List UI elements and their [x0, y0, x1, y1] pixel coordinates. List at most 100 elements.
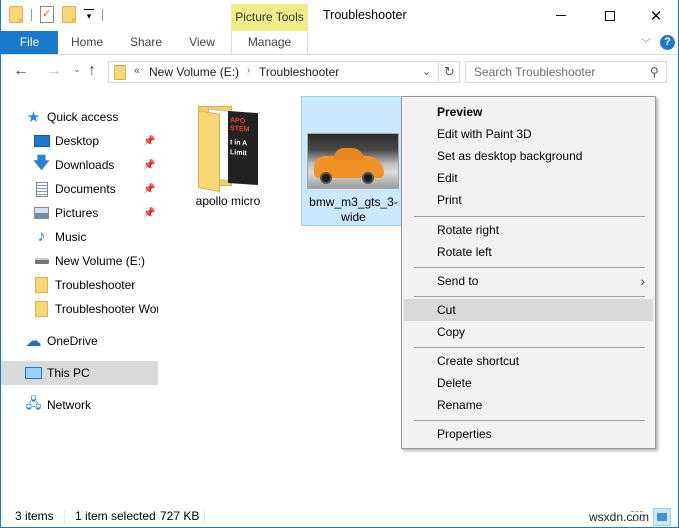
download-icon: 🡇	[33, 154, 50, 172]
toolbar-divider	[31, 8, 32, 21]
tab-file[interactable]: File	[1, 31, 58, 54]
tab-view[interactable]: View	[181, 31, 223, 54]
menu-item-create-shortcut[interactable]: Create shortcut	[404, 350, 653, 372]
expand-ribbon-chevron-icon[interactable]: ﹀	[641, 35, 651, 50]
folder-icon	[114, 65, 126, 80]
menu-item-edit-with-paint-3d[interactable]: Edit with Paint 3D	[404, 123, 653, 145]
sidebar-item-desktop[interactable]: Desktop 📌	[1, 129, 158, 153]
menu-item-copy[interactable]: Copy	[404, 321, 653, 343]
folder-thumbnail-icon: APO STEM t in A Limit	[198, 106, 260, 192]
search-icon[interactable]: ⚲	[650, 65, 659, 79]
new-folder-button[interactable]	[62, 6, 76, 23]
context-menu: Preview Edit with Paint 3D Set as deskto…	[401, 96, 656, 449]
pin-icon[interactable]: 📌	[143, 208, 155, 219]
music-icon: ♪	[37, 228, 46, 245]
navigation-bar: ← → ⌄ ↑ « New Volume (E:) › Troubleshoot…	[1, 56, 678, 88]
minimize-button[interactable]	[538, 0, 584, 31]
menu-item-preview[interactable]: Preview	[404, 101, 653, 123]
thumbnail-text: STEM	[230, 125, 250, 134]
breadcrumb-new-volume[interactable]: New Volume (E:)	[149, 65, 239, 79]
sidebar-item-label: Documents	[55, 182, 116, 196]
sidebar-item-pictures[interactable]: Pictures 📌	[1, 201, 158, 225]
status-bar: 3 items 1 item selected 727 KB wsxdn.com	[1, 506, 678, 528]
ribbon-tabs: File Home Share View Manage ﹀ ?	[1, 31, 678, 55]
close-button[interactable]: ✕	[633, 0, 679, 31]
thumbnail-text: Limit	[230, 149, 247, 158]
tab-share[interactable]: Share	[125, 31, 167, 54]
menu-item-properties[interactable]: Properties	[404, 423, 653, 445]
tab-home[interactable]: Home	[65, 31, 109, 54]
details-view-icon[interactable]	[631, 511, 643, 521]
thumbnail-text: t in A	[230, 139, 248, 148]
status-divider	[64, 510, 65, 524]
file-explorer-window: ▾ Picture Tools Troubleshooter ✕ File Ho…	[0, 0, 679, 528]
refresh-icon[interactable]: ↻	[438, 62, 460, 82]
sidebar-item-label: Troubleshooter Wor	[55, 302, 158, 316]
menu-separator	[414, 296, 645, 297]
file-item-bmw-image[interactable]: bmw_m3_gts_3- wide	[301, 96, 406, 226]
sidebar-item-label: OneDrive	[47, 334, 98, 348]
sidebar-item-network[interactable]: 🖧 Network	[1, 393, 158, 417]
breadcrumb-separator-icon[interactable]: ›	[247, 65, 250, 76]
title-bar: ▾ Picture Tools Troubleshooter ✕	[1, 0, 678, 31]
sidebar-item-music[interactable]: ♪ Music	[1, 225, 158, 249]
sidebar-item-new-volume[interactable]: New Volume (E:)	[1, 249, 158, 273]
menu-item-rotate-left[interactable]: Rotate left	[404, 241, 653, 263]
sidebar-item-onedrive[interactable]: ☁ OneDrive	[1, 329, 158, 353]
sidebar-item-label: Desktop	[55, 134, 100, 148]
close-icon: ✕	[649, 7, 663, 25]
pin-icon[interactable]: 📌	[143, 184, 155, 195]
sidebar-item-documents[interactable]: Documents 📌	[1, 177, 158, 201]
window-title: Troubleshooter	[323, 8, 407, 22]
overflow-chevron-icon[interactable]: «	[134, 65, 140, 77]
maximize-icon	[605, 10, 615, 21]
address-bar[interactable]: « New Volume (E:) › Troubleshooter ⌄ ↻	[108, 61, 460, 83]
drive-icon	[33, 253, 50, 270]
large-icons-view-icon[interactable]	[653, 508, 671, 526]
sidebar-item-label: Pictures	[55, 206, 99, 220]
sidebar-item-downloads[interactable]: 🡇 Downloads 📌	[1, 153, 158, 177]
status-divider	[204, 510, 205, 524]
pin-icon[interactable]: 📌	[143, 136, 155, 147]
file-name: bmw_m3_gts_3- wide	[302, 195, 405, 225]
customize-toolbar-button[interactable]: ▾	[84, 8, 94, 21]
properties-button[interactable]	[40, 6, 54, 23]
menu-item-rename[interactable]: Rename	[404, 394, 653, 416]
menu-item-set-desktop-background[interactable]: Set as desktop background	[404, 145, 653, 167]
pin-icon[interactable]: 📌	[143, 160, 155, 171]
address-dropdown-chevron-icon[interactable]: ⌄	[422, 65, 431, 78]
toolbar-divider	[102, 8, 103, 21]
star-icon: ★	[26, 109, 41, 126]
recent-locations-button[interactable]: ⌄	[73, 64, 81, 75]
menu-separator	[414, 420, 645, 421]
submenu-chevron-icon: ›	[640, 273, 645, 289]
computer-icon	[25, 365, 42, 382]
tab-manage[interactable]: Manage	[231, 31, 308, 54]
menu-item-cut[interactable]: Cut	[404, 299, 653, 321]
file-name-line: wide	[341, 210, 366, 224]
up-button[interactable]: ↑	[88, 62, 96, 80]
sidebar-item-troubleshooter-work[interactable]: Troubleshooter Wor	[1, 297, 158, 321]
forward-button[interactable]: →	[46, 62, 62, 80]
menu-item-delete[interactable]: Delete	[404, 372, 653, 394]
menu-item-rotate-right[interactable]: Rotate right	[404, 219, 653, 241]
sidebar-item-troubleshooter[interactable]: Troubleshooter	[1, 273, 158, 297]
sidebar-item-label: Downloads	[55, 158, 115, 172]
selection-info: 1 item selected	[75, 509, 156, 523]
breadcrumb-troubleshooter[interactable]: Troubleshooter	[259, 65, 339, 79]
menu-item-edit[interactable]: Edit	[404, 167, 653, 189]
sidebar-item-quick-access[interactable]: ★ Quick access	[1, 105, 158, 129]
maximize-button[interactable]	[587, 0, 633, 31]
file-item-apollo-micro[interactable]: APO STEM t in A Limit apollo micro	[184, 96, 272, 224]
sidebar-item-this-pc[interactable]: This PC	[1, 361, 158, 385]
sidebar-item-label: This PC	[47, 366, 90, 380]
minimize-icon	[556, 15, 566, 16]
menu-item-send-to[interactable]: Send to ›	[404, 270, 653, 292]
back-button[interactable]: ←	[13, 62, 29, 80]
menu-item-label: Send to	[437, 274, 479, 288]
help-icon[interactable]: ?	[660, 35, 675, 50]
search-input[interactable]	[466, 62, 641, 82]
search-box[interactable]: ⚲	[465, 61, 667, 83]
menu-item-print[interactable]: Print	[404, 189, 653, 211]
wheel-shape	[320, 172, 332, 184]
